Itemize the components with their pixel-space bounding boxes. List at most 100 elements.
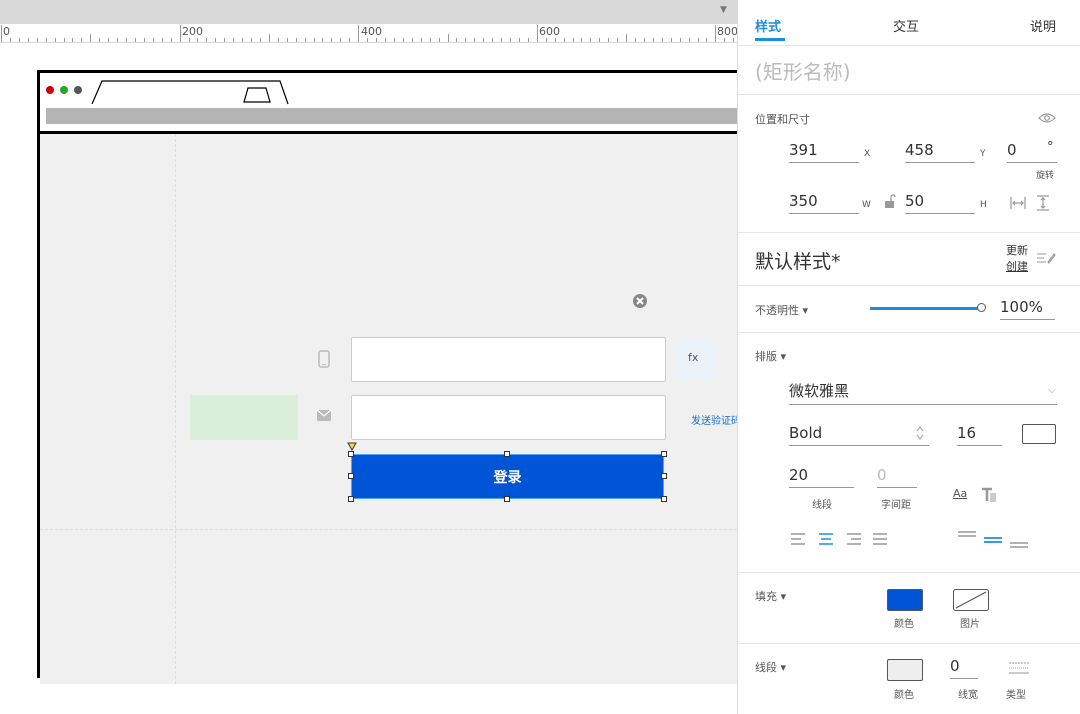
ruler-tick xyxy=(295,38,297,42)
phone-input[interactable] xyxy=(351,337,666,382)
ruler-tick xyxy=(518,38,520,42)
align-justify-icon[interactable] xyxy=(872,533,888,545)
update-style-link[interactable]: 更新 xyxy=(1006,242,1028,258)
ruler-tick xyxy=(384,38,386,42)
line-spacing-field[interactable]: 20 xyxy=(789,466,854,488)
chevron-down-icon[interactable]: ⌵ xyxy=(1048,385,1056,396)
ruler-tick xyxy=(143,38,145,42)
send-code-link[interactable]: 发送验证码 xyxy=(691,412,737,427)
verification-code-input[interactable] xyxy=(351,395,666,440)
ruler-tick xyxy=(626,34,628,42)
valign-middle-icon[interactable] xyxy=(983,536,1003,544)
border-color-swatch[interactable] xyxy=(887,659,923,681)
resize-handle[interactable] xyxy=(348,496,354,502)
connector-marker-icon[interactable] xyxy=(347,442,357,451)
ruler-tick xyxy=(652,38,654,42)
tab-interaction[interactable]: 交互 xyxy=(893,16,919,35)
font-size-field[interactable]: 16 xyxy=(957,424,1002,446)
ruler-label: 800 xyxy=(717,25,737,38)
tab-notes[interactable]: 说明 xyxy=(1030,16,1056,35)
ruler-tick xyxy=(1,25,2,42)
shape-name-input[interactable]: (矩形名称) xyxy=(755,56,851,85)
text-shadow-icon[interactable] xyxy=(981,487,997,503)
edit-style-icon[interactable] xyxy=(1036,250,1056,266)
ruler-tick xyxy=(474,38,476,42)
ruler-tick xyxy=(402,38,404,42)
valign-top-icon[interactable] xyxy=(957,530,977,538)
eye-icon[interactable] xyxy=(1038,112,1056,124)
close-dot-icon xyxy=(46,86,54,94)
y-field[interactable]: 458 xyxy=(905,141,975,163)
align-center-icon[interactable] xyxy=(818,533,834,545)
letter-spacing-field[interactable]: 0 xyxy=(877,466,917,488)
opacity-slider-knob[interactable] xyxy=(977,303,986,312)
fill-image-icon[interactable] xyxy=(953,589,989,611)
font-family-select[interactable]: 微软雅黑 xyxy=(789,380,1057,405)
fit-width-icon[interactable] xyxy=(1010,196,1026,210)
opacity-field[interactable]: 100% xyxy=(1000,298,1055,320)
divider xyxy=(738,285,1080,286)
ruler-tick xyxy=(599,38,601,42)
opacity-slider[interactable] xyxy=(870,303,986,312)
lock-open-icon[interactable] xyxy=(884,194,896,208)
position-size-label: 位置和尺寸 xyxy=(755,113,810,126)
font-weight-select[interactable]: Bold xyxy=(789,424,929,446)
fill-color-swatch[interactable] xyxy=(887,589,923,611)
letter-spacing-label: 字间距 xyxy=(881,500,911,511)
height-field[interactable]: 50 xyxy=(905,192,975,214)
ruler-tick xyxy=(563,38,565,42)
tab-style[interactable]: 样式 xyxy=(755,16,781,35)
style-name[interactable]: 默认样式* xyxy=(755,247,841,274)
close-circle-icon[interactable] xyxy=(632,293,648,309)
ruler-tick xyxy=(581,38,583,42)
design-canvas[interactable]: ▼ 0 200 400 600 800 fx 发送验证码 登录 xyxy=(0,0,737,714)
align-right-icon[interactable] xyxy=(846,533,862,545)
placeholder-block[interactable] xyxy=(190,395,298,440)
valign-bottom-icon[interactable] xyxy=(1009,541,1029,549)
font-color-swatch[interactable] xyxy=(1022,424,1056,444)
x-label: X xyxy=(864,149,871,159)
border-type-label: 类型 xyxy=(1006,690,1026,701)
resize-handle[interactable] xyxy=(504,496,510,502)
fill-image-label: 图片 xyxy=(960,619,980,630)
horizontal-ruler: 0 200 400 600 800 xyxy=(0,24,737,43)
ruler-tick xyxy=(554,38,556,42)
resize-handle[interactable] xyxy=(661,451,667,457)
guide-line xyxy=(175,134,177,684)
align-left-icon[interactable] xyxy=(790,533,806,545)
fx-button[interactable]: fx xyxy=(674,337,718,380)
ruler-tick xyxy=(376,38,378,42)
dropdown-caret-icon[interactable]: ▼ xyxy=(720,5,727,15)
ruler-tick xyxy=(188,38,190,42)
resize-handle[interactable] xyxy=(348,473,354,479)
ruler-tick xyxy=(134,38,136,42)
create-style-link[interactable]: 创建 xyxy=(1006,258,1028,274)
ruler-tick xyxy=(268,34,270,42)
page-area[interactable]: fx 发送验证码 登录 xyxy=(40,131,737,684)
typography-label: 排版 ▾ xyxy=(755,350,787,363)
resize-handle[interactable] xyxy=(661,496,667,502)
border-width-field[interactable]: 0 xyxy=(950,657,978,679)
resize-handle[interactable] xyxy=(348,451,354,457)
ruler-tick xyxy=(63,38,65,42)
divider xyxy=(738,94,1080,95)
divider xyxy=(738,232,1080,233)
login-button[interactable]: 登录 xyxy=(351,454,664,499)
ruler-tick xyxy=(456,38,458,42)
ruler-label: 200 xyxy=(182,25,203,38)
width-field[interactable]: 350 xyxy=(789,192,859,214)
ruler-label: 400 xyxy=(361,25,382,38)
browser-frame[interactable]: fx 发送验证码 登录 xyxy=(37,70,737,684)
active-tab-indicator xyxy=(755,38,785,41)
resize-handle[interactable] xyxy=(504,451,510,457)
x-field[interactable]: 391 xyxy=(789,141,859,163)
maximize-dot-icon xyxy=(60,86,68,94)
border-width-label: 线宽 xyxy=(958,690,978,701)
fit-height-icon[interactable] xyxy=(1035,195,1051,211)
y-label: Y xyxy=(980,149,986,159)
stepper-icon[interactable] xyxy=(915,424,925,442)
line-type-icon[interactable] xyxy=(1008,661,1030,677)
text-case-icon[interactable]: Aa xyxy=(953,487,967,500)
ruler-tick xyxy=(465,38,467,42)
resize-handle[interactable] xyxy=(661,473,667,479)
